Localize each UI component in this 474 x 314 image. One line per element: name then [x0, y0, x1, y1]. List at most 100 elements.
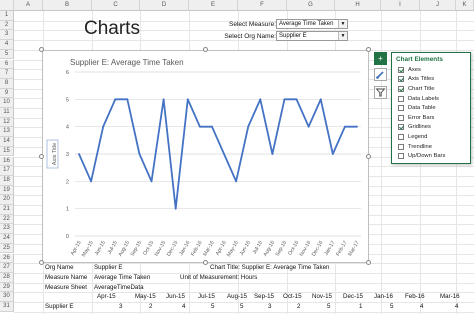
resize-handle[interactable] [39, 260, 44, 265]
row-header[interactable]: 14 [0, 137, 14, 147]
row-header[interactable]: 27 [0, 263, 14, 273]
value-cell[interactable]: 5 [327, 302, 330, 312]
row-header[interactable]: 1 [0, 11, 14, 21]
row-header[interactable]: 3 [0, 30, 14, 41]
month-header-cell[interactable]: Jul-15 [198, 292, 215, 302]
month-header-cell[interactable]: Sep-15 [254, 292, 274, 302]
row-header[interactable]: 4 [0, 40, 14, 50]
checkbox[interactable] [398, 105, 404, 112]
row-header[interactable]: 10 [0, 98, 14, 108]
checkbox[interactable] [398, 143, 404, 150]
resize-handle[interactable] [366, 153, 371, 159]
value-cell[interactable]: 4 [420, 302, 423, 312]
checkbox[interactable] [398, 153, 404, 160]
month-header-cell[interactable]: Oct-15 [283, 292, 302, 302]
column-header[interactable]: I [381, 0, 420, 11]
row-header[interactable]: 19 [0, 185, 14, 196]
row-header[interactable]: 13 [0, 127, 14, 138]
value-cell[interactable]: 4 [455, 302, 458, 312]
resize-handle[interactable] [366, 260, 371, 265]
value-cell[interactable]: 5 [390, 302, 393, 312]
row-header[interactable]: 26 [0, 253, 14, 264]
chart-element-option[interactable]: Trendline [392, 142, 470, 152]
checkbox[interactable] [398, 66, 404, 73]
month-header-cell[interactable]: Jan-16 [374, 292, 393, 302]
month-header-cell[interactable]: Jun-15 [166, 292, 185, 302]
column-header[interactable]: A [14, 0, 43, 11]
resize-handle[interactable] [366, 47, 371, 52]
value-cell[interactable]: 1 [359, 302, 362, 312]
resize-handle[interactable] [202, 260, 208, 265]
row-header[interactable]: 5 [0, 49, 14, 60]
chevron-down-icon[interactable]: ▼ [338, 32, 347, 40]
row-header[interactable]: 20 [0, 195, 14, 205]
org-name-value[interactable]: Supplier E [94, 263, 123, 273]
checkbox[interactable] [398, 85, 404, 92]
column-header[interactable]: D [140, 0, 189, 11]
unit-cell[interactable]: Unit of Measurement: Hours [180, 273, 257, 283]
row-header[interactable]: 12 [0, 117, 14, 128]
chart-element-option[interactable]: Data Labels [392, 94, 470, 104]
row-header[interactable]: 22 [0, 214, 14, 225]
value-cell[interactable]: 5 [211, 302, 214, 312]
chart-element-option[interactable]: Up/Down Bars [392, 151, 470, 161]
resize-handle[interactable] [202, 47, 208, 52]
row-header[interactable]: 8 [0, 78, 14, 89]
measure-dropdown[interactable]: Average Time Taken ▼ [276, 19, 348, 29]
supplier-row-label[interactable]: Supplier E [45, 302, 74, 312]
select-all-corner[interactable] [0, 0, 14, 11]
month-header-cell[interactable]: Feb-16 [405, 292, 425, 302]
row-header[interactable]: 21 [0, 205, 14, 215]
column-header[interactable]: H [335, 0, 381, 11]
column-header[interactable]: C [92, 0, 140, 11]
month-header-cell[interactable]: Aug-15 [227, 292, 247, 302]
row-header[interactable]: 15 [0, 146, 14, 157]
column-header[interactable]: J [420, 0, 456, 11]
row-header[interactable]: 24 [0, 234, 14, 244]
chart-styles-button[interactable] [374, 68, 387, 81]
value-cell[interactable]: 2 [149, 302, 152, 312]
row-header[interactable]: 28 [0, 272, 14, 283]
line-chart[interactable]: Supplier E: Average Time Taken 0 1 2 3 4 5 6 Axi… [42, 50, 369, 263]
month-header-cell[interactable]: Dec-15 [343, 292, 363, 302]
chart-title-cell[interactable]: Chart Title: Supplier E: Average Time Ta… [210, 263, 329, 273]
row-header[interactable]: 29 [0, 282, 14, 293]
month-header-cell[interactable]: Nov-15 [312, 292, 332, 302]
value-cell[interactable]: 3 [119, 302, 122, 312]
row-header[interactable]: 31 [0, 302, 14, 312]
column-header[interactable]: B [43, 0, 92, 11]
month-header-cell[interactable]: May-15 [135, 292, 156, 302]
org-dropdown[interactable]: Supplier E ▼ [276, 31, 348, 41]
checkbox[interactable] [398, 95, 404, 102]
row-header[interactable]: 11 [0, 108, 14, 118]
checkbox[interactable] [398, 114, 404, 121]
row-header[interactable]: 18 [0, 175, 14, 186]
chart-element-option[interactable]: Error Bars [392, 113, 470, 123]
checkbox[interactable] [398, 133, 404, 140]
row-header[interactable]: 17 [0, 166, 14, 176]
row-header[interactable]: 6 [0, 59, 14, 70]
measure-name-value[interactable]: Average Time Taken [94, 273, 150, 283]
add-chart-element-button[interactable]: + [374, 52, 387, 65]
checkbox[interactable] [398, 124, 404, 131]
row-header[interactable]: 30 [0, 292, 14, 302]
chart-element-option[interactable]: Axes [392, 65, 470, 75]
chevron-down-icon[interactable]: ▼ [338, 20, 347, 28]
resize-handle[interactable] [39, 47, 44, 52]
row-header[interactable]: 23 [0, 224, 14, 235]
month-header-cell[interactable]: Mar-16 [440, 292, 460, 302]
row-header[interactable]: 25 [0, 243, 14, 254]
row-header[interactable]: 7 [0, 69, 14, 79]
row-header[interactable]: 2 [0, 20, 14, 31]
column-header[interactable]: E [189, 0, 238, 11]
chart-element-option[interactable]: Legend [392, 132, 470, 142]
chart-element-option[interactable]: Axis Titles [392, 75, 470, 85]
row-header[interactable]: 9 [0, 88, 14, 99]
value-cell[interactable]: 3 [268, 302, 271, 312]
value-cell[interactable]: 4 [182, 302, 185, 312]
chart-element-option[interactable]: Data Table [392, 103, 470, 113]
resize-handle[interactable] [39, 153, 44, 159]
month-header-cell[interactable]: Apr-15 [97, 292, 116, 302]
checkbox[interactable] [398, 76, 404, 83]
value-cell[interactable]: 5 [240, 302, 243, 312]
